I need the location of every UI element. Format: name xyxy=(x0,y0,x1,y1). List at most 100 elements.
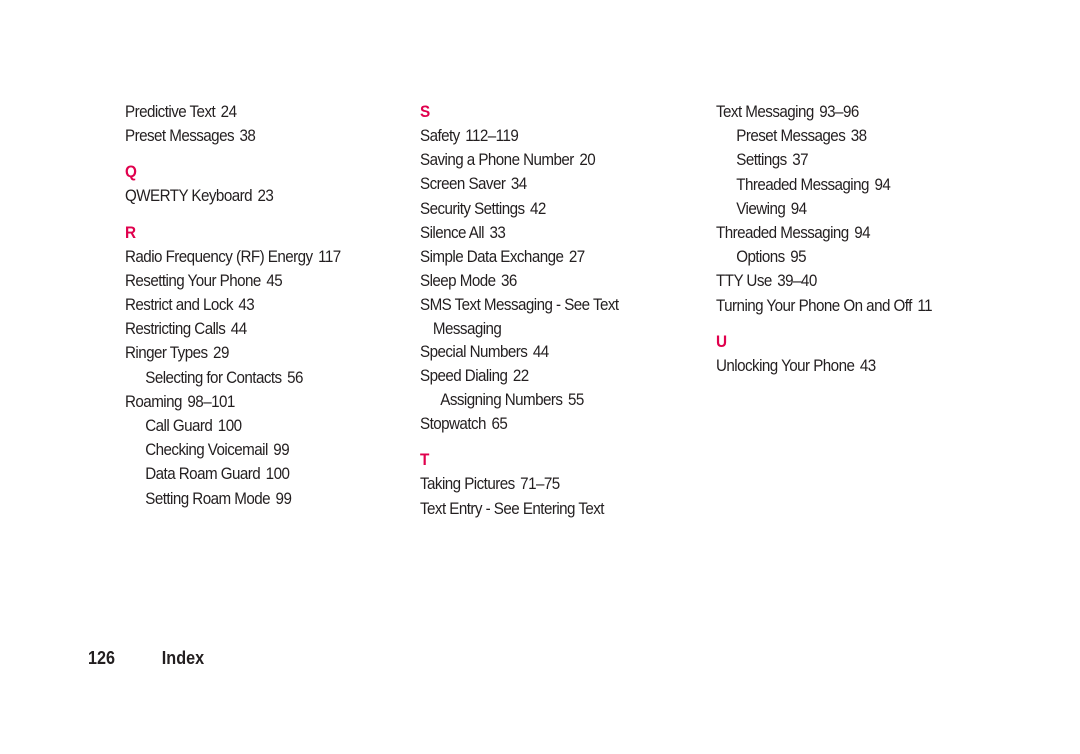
entry-term: Predictive Text xyxy=(125,103,216,121)
index-subentry: Preset Messages 38 xyxy=(716,124,964,148)
entry-page-ref: 95 xyxy=(790,248,807,267)
entry-term: Sleep Mode xyxy=(420,272,496,291)
index-letter-heading: Q xyxy=(125,162,137,182)
index-entry: Roaming 98–101 xyxy=(125,390,373,414)
entry-page-ref: 99 xyxy=(273,441,290,460)
entry-page-ref: 56 xyxy=(287,368,303,387)
entry-term: Security Settings xyxy=(420,199,525,218)
index-subentry: Selecting for Contacts 56 xyxy=(125,366,373,390)
entry-term: TTY Use xyxy=(716,272,772,291)
entry-page-ref: 42 xyxy=(530,199,546,218)
entry-page-ref: 37 xyxy=(792,151,808,170)
entry-page-ref: 99 xyxy=(275,489,292,508)
index-entry: Radio Frequency (RF) Energy 117 xyxy=(125,245,373,269)
entry-page-ref: 29 xyxy=(213,344,229,363)
entry-page-ref: 38 xyxy=(239,127,256,146)
entry-term: Assigning Numbers xyxy=(440,391,563,410)
index-column-1: Predictive Text 24 Preset Messages 38 Q QWERT… xyxy=(125,100,395,511)
entry-term: Checking Voicemail xyxy=(145,441,268,460)
entry-term: QWERTY Keyboard xyxy=(125,187,253,206)
entry-term: Taking Pictures xyxy=(420,475,515,494)
entry-term: Restricting Calls xyxy=(125,320,226,339)
index-entry: Text Entry - See Entering Text xyxy=(420,497,668,521)
index-entry: Stopwatch 65 xyxy=(420,412,668,436)
page-number: 126 xyxy=(88,648,116,668)
index-entry: Preset Messages 38 xyxy=(125,124,373,148)
entry-term: Unlocking Your Phone xyxy=(716,356,855,375)
index-entry: Threaded Messaging 94 xyxy=(716,221,964,245)
entry-term: Preset Messages xyxy=(125,127,235,146)
entry-term: Call Guard xyxy=(145,417,213,436)
entry-page-ref: 43 xyxy=(238,296,255,315)
index-subentry: Checking Voicemail 99 xyxy=(125,438,373,462)
entry-term: Special Numbers xyxy=(420,342,528,361)
entry-page-ref: 33 xyxy=(489,223,506,242)
entry-term: Safety xyxy=(420,127,460,145)
entry-term: Stopwatch xyxy=(420,415,486,434)
index-subentry: Assigning Numbers 55 xyxy=(420,388,668,412)
entry-term-continued: Messaging xyxy=(432,319,502,338)
index-letter-heading: R xyxy=(125,222,137,242)
entry-page-ref: 38 xyxy=(850,127,867,146)
index-subentry: Viewing 94 xyxy=(716,197,964,221)
index-subentry: Call Guard 100 xyxy=(125,414,373,438)
entry-page-ref: 93–96 xyxy=(819,103,859,121)
index-letter-heading: S xyxy=(420,102,431,121)
index-entry: Restrict and Lock 43 xyxy=(125,293,373,317)
entry-term: Threaded Messaging xyxy=(716,224,849,243)
entry-page-ref: 94 xyxy=(790,199,807,218)
index-column-2: S Safety 112–119 Saving a Phone Number 20 Scr… xyxy=(420,100,690,521)
entry-term: Silence All xyxy=(420,223,485,242)
index-entry: Security Settings 42 xyxy=(420,197,668,221)
entry-page-ref: 98–101 xyxy=(187,392,235,411)
entry-page-ref: 36 xyxy=(501,272,517,291)
index-entry: Turning Your Phone On and Off 11 xyxy=(716,294,964,318)
index-entry: Speed Dialing 22 xyxy=(420,364,668,388)
entry-term: Roaming xyxy=(125,392,182,411)
entry-term: Settings xyxy=(736,151,787,170)
entry-term: Radio Frequency (RF) Energy xyxy=(125,247,313,266)
entry-page-ref: 94 xyxy=(874,175,891,194)
entry-page-ref: 43 xyxy=(859,356,876,375)
entry-page-ref: 20 xyxy=(579,151,596,170)
entry-page-ref: 94 xyxy=(854,224,870,243)
entry-term: SMS Text Messaging - See Text xyxy=(420,296,619,315)
entry-page-ref: 23 xyxy=(257,187,274,206)
index-entry: Predictive Text 24 xyxy=(125,100,373,124)
index-entry: Text Messaging 93–96 xyxy=(716,100,964,124)
index-entry: Resetting Your Phone 45 xyxy=(125,269,373,293)
entry-term: Saving a Phone Number xyxy=(420,151,574,170)
index-entry: Restricting Calls 44 xyxy=(125,317,373,341)
entry-term: Selecting for Contacts xyxy=(145,368,282,387)
entry-term: Ringer Types xyxy=(125,344,208,363)
entry-term: Text Messaging xyxy=(716,103,814,121)
index-subentry: Setting Roam Mode 99 xyxy=(125,487,373,511)
entry-page-ref: 112–119 xyxy=(465,127,519,145)
entry-page-ref: 117 xyxy=(318,247,341,266)
entry-term: Data Roam Guard xyxy=(145,465,261,484)
page-footer: 126 Index xyxy=(88,648,204,669)
entry-page-ref: 34 xyxy=(510,175,527,194)
entry-page-ref: 39–40 xyxy=(777,272,817,291)
index-entry: Screen Saver 34 xyxy=(420,172,668,196)
index-subentry: Data Roam Guard 100 xyxy=(125,462,373,486)
entry-page-ref: 44 xyxy=(230,320,247,339)
entry-page-ref: 100 xyxy=(265,465,290,484)
entry-term: Preset Messages xyxy=(736,127,846,146)
index-entry: Simple Data Exchange 27 xyxy=(420,245,668,269)
index-entry: Taking Pictures 71–75 xyxy=(420,472,668,496)
index-entry: TTY Use 39–40 xyxy=(716,269,964,293)
index-subentry: Options 95 xyxy=(716,245,964,269)
index-letter-heading: U xyxy=(716,331,728,351)
entry-page-ref: 100 xyxy=(217,417,242,436)
index-entry: QWERTY Keyboard 23 xyxy=(125,184,373,208)
entry-page-ref: 55 xyxy=(568,391,584,410)
entry-page-ref: 22 xyxy=(512,366,529,385)
entry-page-ref: 27 xyxy=(568,248,585,267)
index-subentry: Settings 37 xyxy=(716,148,964,172)
entry-term: Simple Data Exchange xyxy=(420,248,564,267)
index-entry: Ringer Types 29 xyxy=(125,341,373,365)
entry-page-ref: 24 xyxy=(220,103,237,121)
index-entry: Safety 112–119 xyxy=(420,124,668,148)
index-column-3: Text Messaging 93–96 Preset Messages 38 Sett… xyxy=(716,100,986,378)
